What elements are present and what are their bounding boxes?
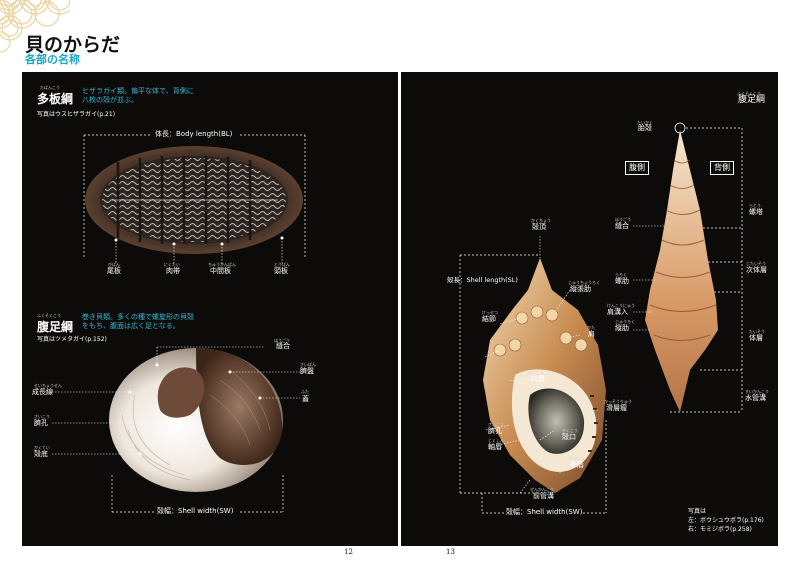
triton-shell-illustration: [459, 122, 743, 514]
umbilicus-label-right: 臍孔: [488, 427, 502, 435]
outer-lip-label: 外唇: [570, 461, 584, 469]
shoulder-label: 肩: [588, 330, 595, 338]
shell-length-label: 殻長：Shell length(SL): [447, 276, 518, 284]
inner-lip-label: 内唇: [531, 375, 545, 383]
apex-label: 殻頂: [532, 223, 546, 231]
ventral-label: 腹側: [625, 161, 649, 175]
shoulder-spiral-label: 肩溝入: [607, 308, 628, 316]
right-photo-caption-2: 左：ボウシュウボラ(p.176): [688, 517, 764, 524]
nodule-label: 結節: [482, 315, 496, 323]
axis-label: 軸唇: [488, 443, 502, 451]
anterior-canal-label: 前管溝: [533, 492, 554, 500]
dorsal-label: 背側: [710, 161, 734, 175]
shell-width-label-right: 殻幅：Shell width(SW): [506, 508, 583, 516]
body-whorl-label: 体層: [749, 334, 763, 342]
varix-label: 縦肋: [615, 324, 629, 332]
penultimate-whorl-label: 次体層: [746, 266, 767, 274]
siphonal-canal-label: 水管溝: [745, 394, 766, 402]
page-number-left: 12: [344, 548, 353, 556]
longitudinal-rib-label: 縦張肋: [570, 285, 591, 293]
aperture-label: 殻口: [562, 433, 576, 441]
suture-label-right: 縫合: [615, 222, 629, 230]
right-photo-caption-1: 写真は: [688, 508, 707, 515]
protoconch-label: 胎殻: [638, 124, 652, 132]
spire-label: 螺塔: [749, 208, 763, 216]
page-number-right: 13: [446, 548, 455, 556]
outer-lip-teeth-label: 滑層瘤: [606, 404, 627, 412]
right-photo-caption-3: 右：モミジボラ(p.258): [688, 526, 752, 533]
spiral-rib-label: 螺肋: [615, 277, 629, 285]
